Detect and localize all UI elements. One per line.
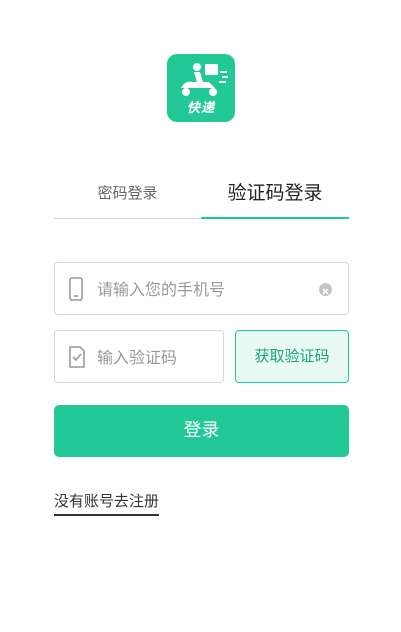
verify-code-icon (69, 346, 85, 368)
code-input[interactable] (97, 341, 212, 373)
code-field[interactable] (54, 330, 224, 383)
tab-password-login[interactable]: 密码登录 (54, 170, 201, 216)
login-button[interactable]: 登录 (54, 405, 349, 457)
get-code-button[interactable]: 获取验证码 (235, 330, 349, 383)
login-tabs: 密码登录 验证码登录 (54, 170, 349, 219)
active-tab-indicator (201, 217, 349, 219)
app-logo: 快递 (167, 54, 235, 122)
tab-code-login[interactable]: 验证码登录 (201, 170, 349, 216)
logo-text: 快递 (186, 101, 215, 116)
register-link[interactable]: 没有账号去注册 (54, 490, 160, 516)
phone-field[interactable] (54, 262, 349, 315)
clear-icon[interactable] (319, 283, 332, 296)
phone-input[interactable] (97, 273, 307, 305)
phone-icon (69, 277, 83, 301)
